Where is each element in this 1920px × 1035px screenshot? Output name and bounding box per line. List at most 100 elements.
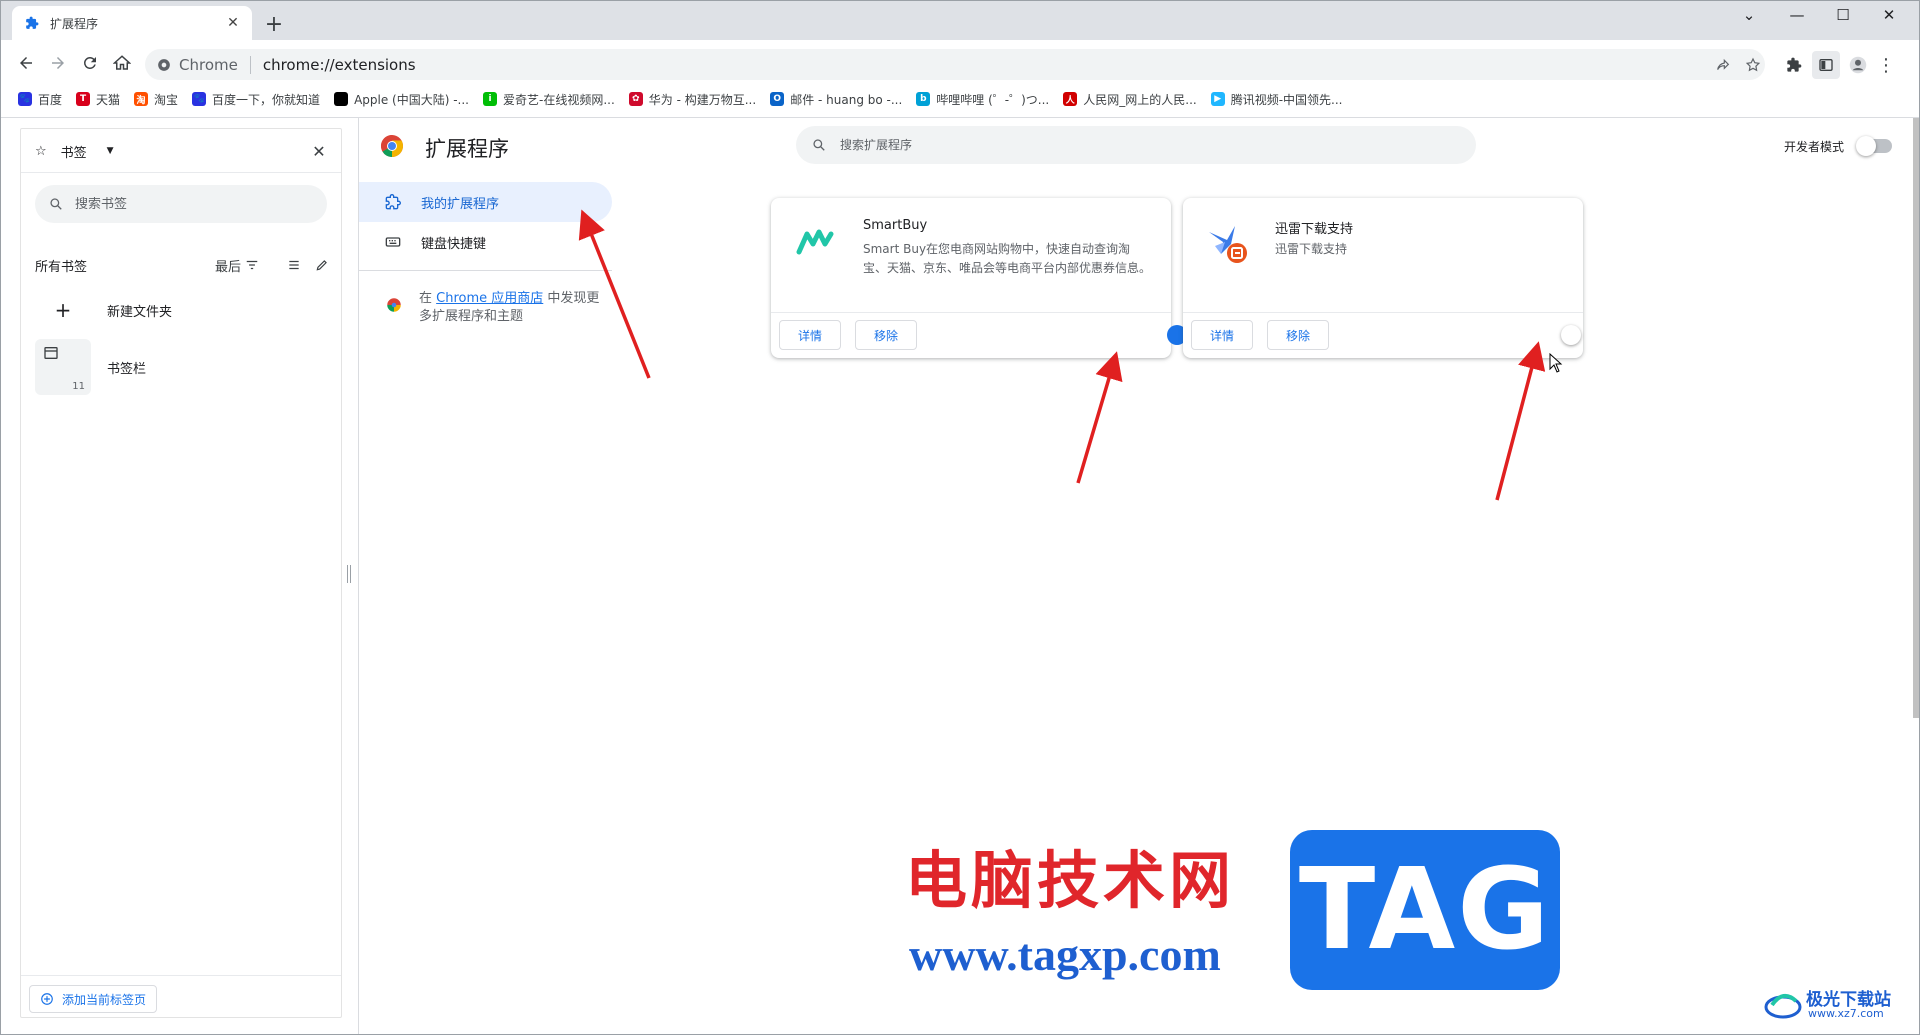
nav-keyboard-shortcuts-label: 键盘快捷键	[421, 236, 487, 252]
list-view-icon[interactable]	[285, 256, 303, 274]
remove-button[interactable]: 移除	[1267, 320, 1330, 350]
url-text[interactable]: chrome://extensions	[263, 56, 416, 74]
bookmark-item[interactable]: O 邮件 - huang bo -...	[770, 91, 902, 108]
close-window-button[interactable]: ✕	[1866, 0, 1912, 30]
details-button[interactable]: 详情	[779, 320, 842, 350]
apple-icon	[334, 92, 349, 106]
bookmark-item[interactable]: i 爱奇艺-在线视频网...	[483, 91, 615, 108]
tab-extensions[interactable]: 扩展程序 ✕	[12, 6, 252, 40]
menu-kebab-icon[interactable]: ⋮	[1872, 51, 1900, 79]
remove-button[interactable]: 移除	[855, 320, 918, 350]
bookmark-label: 华为 - 构建万物互...	[648, 92, 757, 107]
search-icon	[50, 198, 62, 210]
bookmark-label: 人民网_网上的人民...	[1083, 92, 1197, 107]
web-store-link[interactable]: Chrome 应用商店	[436, 291, 543, 306]
bookmarks-bar-label: 书签栏	[107, 361, 147, 377]
bookmark-search-input[interactable]	[75, 196, 295, 212]
bookmark-item[interactable]: 淘淘宝	[134, 91, 178, 108]
site-chip: Chrome	[179, 55, 238, 74]
bookmark-item[interactable]: 🐾 百度一下，你就知道	[192, 91, 320, 108]
chrome-icon	[158, 58, 170, 71]
bookmarks-bar-divider	[0, 117, 1920, 118]
bookmark-item[interactable]: 🐾 百度	[18, 91, 62, 108]
details-button[interactable]: 详情	[1191, 320, 1254, 350]
forward-button[interactable]	[44, 49, 72, 77]
tencent-video-icon: ▶	[1210, 92, 1225, 106]
side-panel-selector-label: 书签	[60, 145, 87, 161]
nav-my-extensions[interactable]: 我的扩展程序	[359, 182, 612, 222]
developer-mode-control: 开发者模式	[1784, 136, 1893, 156]
bookmark-label: 天猫	[96, 92, 121, 107]
extensions-puzzle-icon[interactable]	[1780, 51, 1808, 79]
extension-name: 迅雷下载支持	[1275, 222, 1354, 237]
nav-keyboard-shortcuts[interactable]: 键盘快捷键	[359, 222, 486, 262]
new-folder-row[interactable]: + 新建文件夹	[35, 295, 331, 325]
edit-pencil-icon[interactable]	[313, 256, 331, 274]
watermark: 电脑技术网 www.tagxp.com TAG	[905, 830, 1560, 1000]
card-divider	[771, 312, 1171, 313]
close-side-panel-icon[interactable]: ✕	[309, 141, 329, 161]
bookmark-item[interactable]: ▶ 腾讯视频-中国领先...	[1210, 91, 1342, 108]
new-folder-label: 新建文件夹	[107, 304, 173, 320]
bookmark-label: 爱奇艺-在线视频网...	[503, 92, 615, 107]
bookmark-label: 邮件 - huang bo -...	[790, 92, 903, 107]
plus-icon: +	[54, 298, 72, 322]
bookmarks-bar-folder[interactable]: 11 书签栏	[35, 339, 331, 395]
keyboard-icon	[385, 237, 401, 247]
home-button[interactable]	[108, 49, 136, 77]
web-store-icon	[387, 298, 401, 312]
add-circle-icon	[41, 993, 53, 1005]
developer-mode-label: 开发者模式	[1784, 139, 1845, 154]
filter-icon	[246, 260, 258, 270]
bookmarks-side-panel: ☆ 书签 ▼ ✕ 所有书签 最后 + 新建文件夹 11 书签栏	[20, 128, 342, 1018]
back-button[interactable]	[12, 49, 40, 77]
bookmark-item[interactable]: 人人民网_网上的人民...	[1063, 91, 1197, 108]
page-scrollbar[interactable]	[1913, 118, 1920, 718]
maximize-button[interactable]: ☐	[1820, 0, 1866, 30]
new-tab-button[interactable]: +	[262, 13, 286, 37]
add-current-tab-button[interactable]: 添加当前标签页	[29, 985, 158, 1013]
address-bar[interactable]: Chrome chrome://extensions	[145, 49, 1765, 80]
iqiyi-icon: i	[483, 92, 497, 106]
tab-search-icon[interactable]: ⌄	[1726, 0, 1772, 30]
tab-strip: 扩展程序 ✕ + ⌄ — ☐ ✕	[0, 0, 1920, 40]
share-icon[interactable]	[1713, 55, 1733, 75]
taobao-icon: 淘	[134, 92, 149, 106]
sort-button[interactable]: 最后	[215, 256, 259, 275]
bookmark-item[interactable]: ✿ 华为 - 构建万物互...	[628, 91, 757, 108]
folder-thumbnail: 11	[35, 339, 91, 395]
reload-icon	[83, 56, 96, 69]
extensions-search-input[interactable]	[840, 138, 1440, 152]
omnibox-divider	[249, 55, 251, 74]
side-panel-selector[interactable]: ☆ 书签 ▼	[35, 138, 114, 164]
tab-close-icon[interactable]: ✕	[224, 14, 242, 32]
minimize-button[interactable]: —	[1774, 0, 1820, 30]
reload-button[interactable]	[76, 49, 104, 77]
add-current-tab-label: 添加当前标签页	[62, 992, 147, 1007]
web-store-promo: 在 Chrome 应用商店 中发现更多扩展程序和主题	[385, 290, 605, 326]
baidu-paw-icon: 🐾	[18, 92, 32, 106]
thunder-icon	[1209, 226, 1247, 263]
puzzle-icon	[24, 15, 40, 31]
side-panel-icon[interactable]	[1812, 51, 1840, 79]
side-panel-resize-handle[interactable]	[347, 565, 351, 583]
bookmark-label: 百度一下，你就知道	[212, 92, 321, 107]
people-icon: 人	[1063, 92, 1078, 106]
bookmark-item[interactable]: Apple (中国大陆) -...	[334, 91, 469, 108]
developer-mode-toggle[interactable]	[1856, 136, 1893, 156]
smartbuy-icon	[796, 229, 834, 255]
extension-description: Smart Buy在您电商网站购物中，快速自动查询淘宝、天猫、京东、唯品会等电商…	[863, 242, 1152, 275]
bookmark-search-box[interactable]	[35, 185, 327, 223]
tmall-icon: T	[76, 92, 91, 106]
extensions-search-box[interactable]	[796, 126, 1476, 164]
bookmark-item[interactable]: T 天猫	[76, 91, 120, 108]
profile-avatar-icon[interactable]	[1844, 51, 1872, 79]
extension-name: SmartBuy	[863, 218, 928, 233]
bookmark-item[interactable]: b 哔哩哔哩 (゜-゜)つ...	[916, 91, 1049, 108]
star-icon[interactable]	[1743, 55, 1763, 75]
watermark-url: www.tagxp.com	[909, 929, 1221, 980]
search-icon	[813, 139, 825, 151]
arrow-right-icon	[52, 57, 64, 69]
home-icon	[113, 55, 131, 70]
site-watermark-url: www.xz7.com	[1808, 1007, 1884, 1020]
